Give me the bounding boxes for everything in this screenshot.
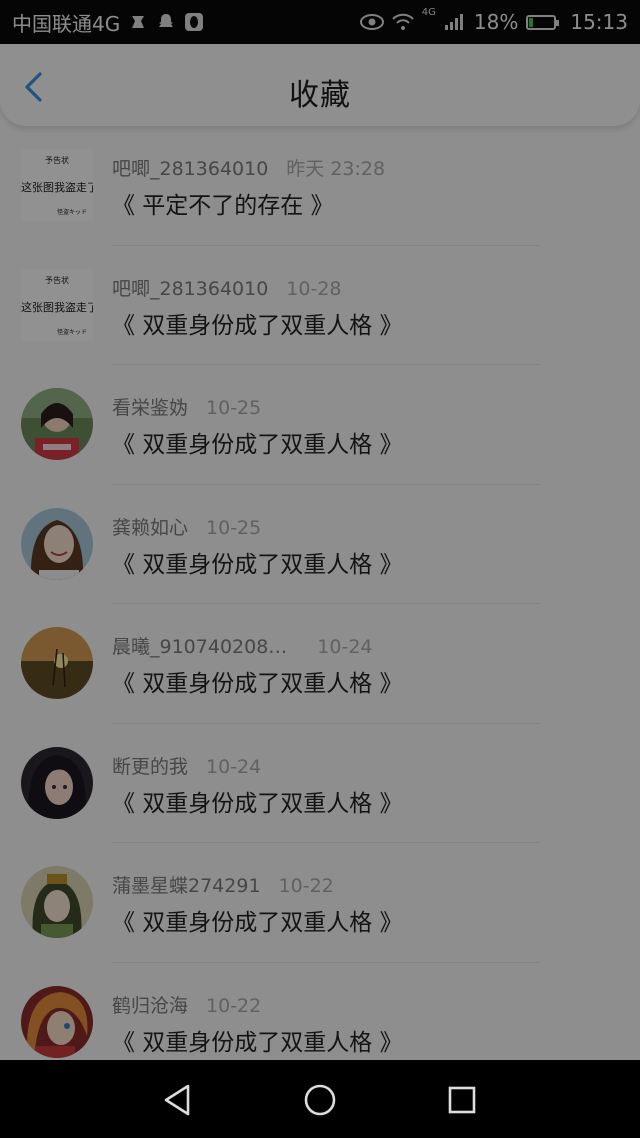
username[interactable]: 晨曦_910740208… (112, 636, 287, 658)
network-type: 4G (421, 7, 436, 18)
back-triangle-icon (164, 1084, 190, 1116)
avatar[interactable] (21, 866, 93, 938)
avatar-caption: 予告状 (45, 275, 69, 285)
avatar[interactable] (21, 985, 93, 1058)
list-item[interactable]: 龚赖如心 10-25 《 双重身份成了双重人格 》 (0, 485, 640, 604)
item-title: 《 双重身份成了双重人格 》 (112, 790, 403, 817)
battery-icon (526, 14, 560, 30)
list-item[interactable]: 晨曦_910740208… 10-24 《 双重身份成了双重人格 》 (0, 604, 640, 724)
date: 10-24 (206, 755, 262, 778)
username[interactable]: 吧唧_281364010 (112, 278, 268, 300)
item-meta: 鹤归沧海 10-22 (112, 991, 261, 1018)
item-title: 《 双重身份成了双重人格 》 (112, 312, 403, 339)
item-title: 《 双重身份成了双重人格 》 (112, 1029, 403, 1056)
item-meta: 蒲墨星蝶274291 10-22 (112, 871, 334, 898)
username[interactable]: 蒲墨星蝶274291 (112, 875, 261, 897)
avatar-caption: 怪盗キッド (56, 209, 87, 216)
avatar-caption: 这张图我盗走了 (21, 181, 93, 194)
item-meta: 看栄鉴妫 10-25 (112, 393, 261, 420)
username[interactable]: 看栄鉴妫 (112, 397, 188, 419)
date: 10-22 (206, 994, 262, 1017)
qq-icon (185, 13, 204, 31)
page-title: 收藏 (289, 78, 351, 113)
item-meta: 龚赖如心 10-25 (112, 513, 261, 540)
item-meta: 吧唧_281364010 昨天 23:28 (112, 154, 385, 181)
steam-icon (132, 16, 145, 28)
item-title: 《 双重身份成了双重人格 》 (112, 910, 403, 936)
status-bar: 中国联通4G 4G 18% 15:13 (0, 0, 640, 44)
list-item[interactable]: 蒲墨星蝶274291 10-22 《 双重身份成了双重人格 》 (0, 843, 640, 963)
anime-green-hair-icon (21, 866, 93, 938)
nav-recents-button[interactable] (442, 1080, 482, 1120)
date: 10-25 (206, 397, 262, 419)
item-title: 《 双重身份成了双重人格 》 (112, 671, 403, 697)
avatar[interactable] (21, 388, 93, 460)
favorites-list: 予告状 这张图我盗走了 怪盗キッド 吧唧_281364010 昨天 23:28 《… (0, 126, 640, 1060)
item-meta: 晨曦_910740208… 10-24 (112, 632, 373, 659)
sunset-photo-icon (21, 627, 93, 699)
username[interactable]: 断更的我 (112, 756, 188, 778)
avatar[interactable] (21, 746, 93, 819)
username[interactable]: 鹤归沧海 (112, 995, 188, 1017)
avatar-caption: 怪盗キッド (56, 328, 87, 336)
item-meta: 断更的我 10-24 (112, 752, 261, 779)
item-title: 《 平定不了的存在 》 (112, 193, 334, 219)
avatar-caption: 予告状 (45, 156, 69, 165)
home-circle-icon (304, 1084, 336, 1116)
anime-dark-hair-icon (21, 746, 93, 819)
date: 10-28 (286, 277, 342, 300)
date: 10-22 (278, 875, 334, 897)
list-item[interactable]: 鹤归沧海 10-22 《 双重身份成了双重人格 》 (0, 963, 640, 1061)
username[interactable]: 吧唧_281364010 (112, 158, 268, 180)
battery-percent: 18% (473, 10, 519, 34)
girl-photo-icon (21, 388, 93, 460)
avatar[interactable] (21, 627, 93, 699)
battery-level (529, 17, 534, 27)
notice-image-avatar: 予告状 这张图我盗走了 怪盗キッド (21, 268, 93, 341)
date: 10-25 (206, 516, 262, 539)
avatar[interactable] (21, 507, 93, 580)
top-app-bar: 收藏 (0, 44, 640, 126)
list-item[interactable]: 断更的我 10-24 《 双重身份成了双重人格 》 (0, 724, 640, 843)
carrier-label: 中国联通4G (12, 11, 121, 36)
notice-image-avatar: 予告状 这张图我盗走了 怪盗キッド (21, 149, 93, 221)
smiling-girl-photo-icon (21, 507, 93, 580)
list-item[interactable]: 予告状 这张图我盗走了 怪盗キッド 吧唧_281364010 10-28 《 双重… (0, 246, 640, 365)
item-title: 《 双重身份成了双重人格 》 (112, 551, 403, 578)
snapchat-icon (159, 14, 174, 27)
date: 10-24 (317, 636, 373, 658)
eye-icon (359, 14, 384, 30)
nav-home-button[interactable] (300, 1080, 340, 1120)
avatar-caption: 这张图我盗走了 (21, 300, 93, 314)
anime-orange-hair-icon (21, 985, 93, 1058)
item-title: 《 双重身份成了双重人格 》 (112, 432, 403, 458)
clock: 15:13 (570, 10, 628, 34)
list-item[interactable]: 看栄鉴妫 10-25 《 双重身份成了双重人格 》 (0, 365, 640, 485)
item-meta: 吧唧_281364010 10-28 (112, 274, 342, 301)
list-item[interactable]: 予告状 这张图我盗走了 怪盗キッド 吧唧_281364010 昨天 23:28 《… (0, 126, 640, 246)
wifi-icon (392, 13, 414, 30)
signal-icon (444, 14, 463, 30)
username[interactable]: 龚赖如心 (112, 517, 188, 539)
nav-back-button[interactable] (158, 1080, 198, 1120)
date: 昨天 23:28 (286, 158, 386, 180)
recents-square-icon (448, 1086, 476, 1114)
navigation-bar (0, 1060, 640, 1138)
